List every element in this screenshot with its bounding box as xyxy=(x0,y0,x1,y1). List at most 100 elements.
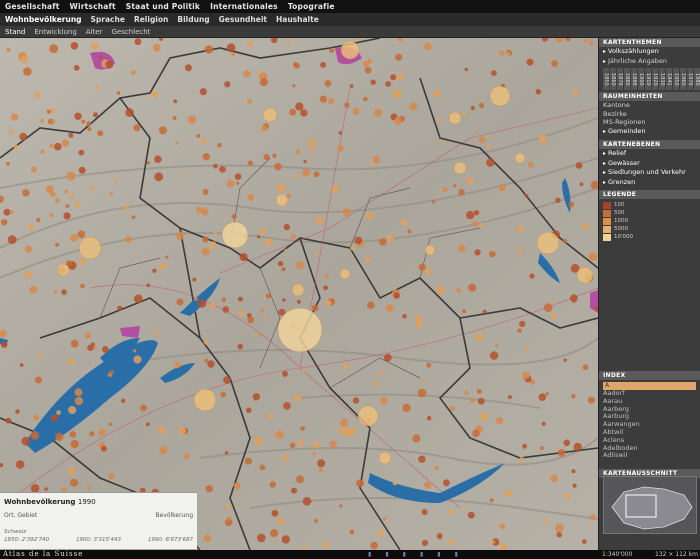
pan-icon[interactable]: ▮ xyxy=(368,551,371,558)
tab-alter[interactable]: Alter xyxy=(86,28,103,36)
population-circle xyxy=(49,213,54,218)
year-option[interactable]: 1980 xyxy=(694,68,700,90)
tab-entwicklung[interactable]: Entwicklung xyxy=(34,28,76,36)
menu-topografie[interactable]: Topografie xyxy=(288,2,335,11)
population-circle xyxy=(568,201,574,208)
population-circle xyxy=(61,289,67,295)
population-circle xyxy=(545,392,549,396)
index-item[interactable]: Adliswil xyxy=(599,452,700,460)
kartenebenen-header: KARTENEBENEN xyxy=(599,140,700,149)
population-circle xyxy=(529,273,535,279)
population-circle xyxy=(236,181,240,185)
population-circle xyxy=(302,168,311,177)
arrow-right-icon: ▸ xyxy=(603,57,607,65)
layer-gewaesser[interactable]: ▸ Gewässer xyxy=(599,159,700,169)
raum-kantone[interactable]: Kantone xyxy=(599,101,700,110)
population-circle xyxy=(329,47,335,53)
population-circle xyxy=(202,153,210,161)
population-circle xyxy=(313,171,320,178)
population-circle xyxy=(448,539,455,546)
population-circle xyxy=(30,431,40,440)
population-circle xyxy=(300,426,306,431)
overview-map[interactable] xyxy=(603,476,697,534)
population-circle xyxy=(224,518,233,527)
population-circle-large xyxy=(576,266,594,284)
population-circle xyxy=(563,492,571,500)
info-scope: Schweiz xyxy=(4,529,27,535)
population-circle xyxy=(282,370,288,377)
year-option[interactable]: 1900 xyxy=(638,68,644,90)
year-option[interactable]: 1910 xyxy=(645,68,651,90)
map-view[interactable] xyxy=(0,38,598,550)
legend-label: 100 xyxy=(614,202,625,208)
submenu-wohnbevoelkerung[interactable]: Wohnbevölkerung xyxy=(5,15,82,24)
menu-gesellschaft[interactable]: Gesellschaft xyxy=(5,2,60,11)
population-circle xyxy=(49,44,59,53)
layer-relief[interactable]: ▸ Relief xyxy=(599,149,700,159)
population-circle xyxy=(491,70,497,76)
population-circle-large xyxy=(448,111,462,125)
year-option[interactable]: 1950 xyxy=(673,68,679,90)
population-circle xyxy=(125,236,133,243)
submenu-sprache[interactable]: Sprache xyxy=(91,15,125,24)
year-option[interactable]: 1960 xyxy=(680,68,686,90)
zoom-icon[interactable]: ▮ xyxy=(385,551,388,558)
population-circle xyxy=(436,533,443,539)
year-option[interactable]: 1920 xyxy=(652,68,658,90)
submenu-religion[interactable]: Religion xyxy=(134,15,168,24)
population-circle xyxy=(370,541,379,550)
submenu-gesundheit[interactable]: Gesundheit xyxy=(219,15,267,24)
theme-volkszaehlungen[interactable]: ▸ Volkszählungen xyxy=(599,47,700,57)
population-circle xyxy=(207,360,215,368)
population-circle xyxy=(165,255,169,259)
tab-stand[interactable]: Stand xyxy=(5,28,25,36)
population-circle xyxy=(402,314,407,319)
population-circle xyxy=(227,516,232,520)
menu-internationales[interactable]: Internationales xyxy=(210,2,278,11)
population-circle xyxy=(395,53,403,61)
population-circle xyxy=(226,43,236,53)
population-circle xyxy=(222,306,230,313)
population-circle xyxy=(470,398,475,403)
population-circle xyxy=(209,302,216,309)
year-option[interactable]: 1850 xyxy=(603,68,609,90)
submenu-bildung[interactable]: Bildung xyxy=(177,15,209,24)
population-circle xyxy=(524,194,529,198)
tab-geschlecht[interactable]: Geschlecht xyxy=(111,28,150,36)
submenu-haushalte[interactable]: Haushalte xyxy=(276,15,319,24)
year-option[interactable]: 1941 xyxy=(666,68,672,90)
population-circle xyxy=(276,183,286,192)
year-option[interactable]: 1870 xyxy=(617,68,623,90)
year-option[interactable]: 1930 xyxy=(659,68,665,90)
population-circle xyxy=(570,294,578,302)
population-circle xyxy=(34,92,41,99)
settings-icon[interactable]: ▮ xyxy=(455,551,458,558)
raum-ms-regionen[interactable]: MS-Regionen xyxy=(599,118,700,127)
population-circle xyxy=(557,449,566,457)
population-circle xyxy=(261,125,268,132)
population-circle xyxy=(489,250,496,258)
help-icon[interactable]: ▮ xyxy=(437,551,440,558)
population-circle xyxy=(385,81,391,87)
layer-siedlungen[interactable]: ▸ Siedlungen und Verkehr xyxy=(599,168,700,178)
population-circle xyxy=(205,485,213,493)
year-option[interactable]: 1860 xyxy=(610,68,616,90)
year-option[interactable]: 1970 xyxy=(687,68,693,90)
population-circle xyxy=(538,134,547,144)
layer-grenzen[interactable]: ▸ Grenzen xyxy=(599,178,700,188)
population-circle xyxy=(325,300,332,307)
population-circle xyxy=(78,258,86,266)
info-icon[interactable]: ▮ xyxy=(403,551,406,558)
raum-bezirke[interactable]: Bezirke xyxy=(599,110,700,119)
menu-staat-und-politik[interactable]: Staat und Politik xyxy=(126,2,200,11)
population-circle xyxy=(131,70,136,75)
print-icon[interactable]: ▮ xyxy=(420,551,423,558)
year-option[interactable]: 1880 xyxy=(624,68,630,90)
year-option[interactable]: 1888 xyxy=(631,68,637,90)
theme-jaehrliche-angaben[interactable]: ▸ Jährliche Angaben xyxy=(599,57,700,67)
population-circle xyxy=(54,198,60,204)
legend-swatch xyxy=(603,201,611,209)
scale-readout: 1:340'000 xyxy=(602,551,633,558)
raum-gemeinden[interactable]: ▸ Gemeinden xyxy=(599,127,700,137)
menu-wirtschaft[interactable]: Wirtschaft xyxy=(70,2,116,11)
